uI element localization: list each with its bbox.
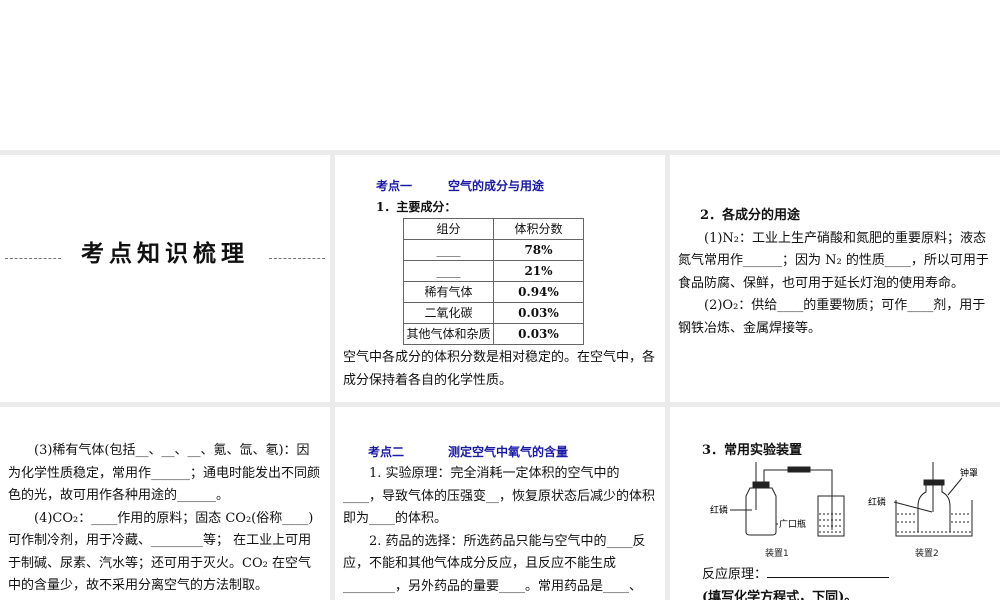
cell: 稀有气体 [403, 281, 494, 303]
kp2-label: 考点二 [368, 445, 405, 459]
slide-grid: 考点知识梳理 考点一 空气的成分与用途 1．主要成分： 组分 体积分数 ____ 78… [0, 150, 1000, 600]
uses-heading: 2．各成分的用途 [700, 208, 801, 223]
reaction-label: 反应原理： [702, 567, 768, 582]
cell: 0.03% [493, 323, 584, 345]
air-composition-table: 组分 体积分数 ____ 78% ____ 21% 稀有气体 0.94% 二氧化碳 0.0… [403, 218, 584, 345]
uses-cont-panel: (3)稀有气体(包括__、__、__、氪、氙、氡)：因为化学性质稳定，常用作__… [0, 407, 330, 600]
table-header: 组分 [403, 218, 494, 240]
cell: ____ [403, 239, 494, 261]
kp1-title: 空气的成分与用途 [448, 179, 545, 193]
uses-n2: (1)N₂：工业上生产硝酸和氮肥的重要原料；液态氮气常用作______；因为 N… [678, 230, 989, 291]
kp1-label: 考点一 [376, 179, 413, 193]
kp2-panel: 考点二 测定空气中氧气的含量 1. 实验原理：完全消耗一定体积的空气中的____，… [335, 407, 665, 600]
apparatus-2-caption: 装置2 [915, 547, 939, 559]
cell: ____ [403, 260, 494, 282]
table-row: 二氧化碳 0.03% [403, 302, 584, 324]
kp1-panel: 考点一 空气的成分与用途 1．主要成分： 组分 体积分数 ____ 78% ____ 2… [335, 155, 665, 402]
reaction-blank [767, 564, 890, 578]
kp1-heading: 考点一 空气的成分与用途 [335, 155, 665, 196]
table-row: 稀有气体 0.94% [403, 281, 584, 303]
cell: 78% [493, 239, 584, 261]
kp2-principle: 1. 实验原理：完全消耗一定体积的空气中的____，导致气体的压强变__，恢复原… [343, 466, 656, 526]
red-phosphorus-label-1: 红磷 [710, 504, 728, 516]
section-title-panel: 考点知识梳理 [0, 155, 330, 402]
apparatus-panel: 3．常用实验装置 红磷 广口瓶 红磷 钟罩 装置1 装置2 反应原理： (填写化… [670, 407, 1000, 600]
uses-rare-gas: (3)稀有气体(包括__、__、__、氪、氙、氡)：因为化学性质稳定，常用作__… [8, 443, 321, 503]
section-title: 考点知识梳理 [81, 241, 249, 267]
apparatus-1-caption: 装置1 [765, 547, 789, 559]
uses-co2: (4)CO₂：____作用的原料；固态 CO₂(俗称____)可作制冷剂，用于冷… [8, 510, 314, 594]
apparatus-diagram: 红磷 广口瓶 红磷 钟罩 装置1 装置2 [710, 462, 978, 559]
uses-o2: (2)O₂：供给____的重要物质；可作____剂，用于钢铁冶炼、金属焊接等。 [678, 298, 986, 336]
reaction-note: (填写化学方程式，下同)。 [702, 590, 858, 600]
kp2-heading: 考点二 测定空气中氧气的含量 [335, 407, 665, 463]
reaction-principle: 反应原理： [702, 564, 890, 587]
kp2-title: 测定空气中氧气的含量 [448, 445, 569, 459]
cell: 0.94% [493, 281, 584, 303]
cell: 21% [493, 260, 584, 282]
cell: 其他气体和杂质 [403, 323, 494, 345]
table-row: 其他气体和杂质 0.03% [403, 323, 584, 345]
table-header: 体积分数 [493, 218, 584, 240]
bottle-label: 广口瓶 [779, 518, 806, 530]
kp1-note: 空气中各成分的体积分数是相对稳定的。在空气中，各成分保持着各自的化学性质。 [343, 350, 656, 388]
uses-panel: 2．各成分的用途 (1)N₂：工业上生产硝酸和氮肥的重要原料；液态氮气常用作__… [670, 155, 1000, 402]
cell: 0.03% [493, 302, 584, 324]
table-row: ____ 78% [403, 239, 584, 261]
kp1-item1: 1．主要成分： [376, 200, 457, 214]
table-row: ____ 21% [403, 260, 584, 282]
kp2-reagents: 2. 药品的选择：所选药品只能与空气中的____反应，不能和其他气体成分反应，且… [343, 533, 646, 594]
apparatus-heading: 3．常用实验装置 [702, 443, 803, 458]
cell: 二氧化碳 [403, 302, 494, 324]
red-phosphorus-label-2: 红磷 [868, 496, 886, 508]
bell-jar-label: 钟罩 [960, 467, 978, 479]
dashed-divider-right [269, 258, 325, 259]
